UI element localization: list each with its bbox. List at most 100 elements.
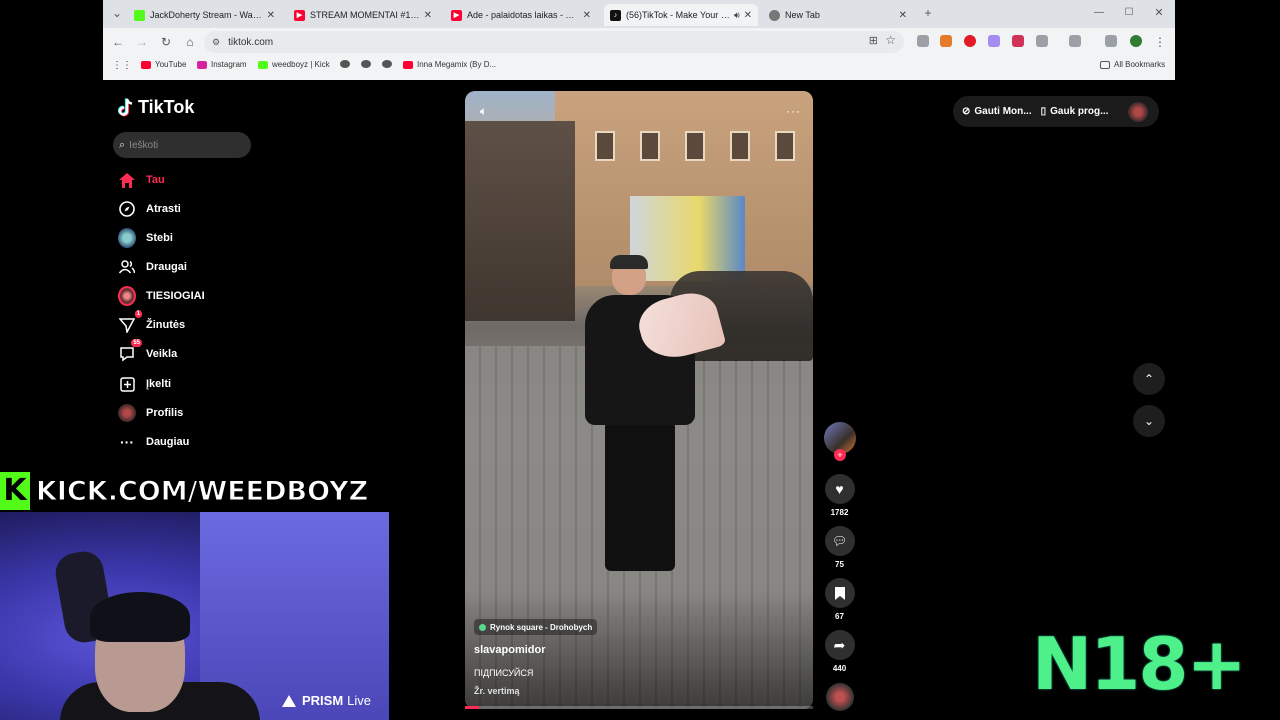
more-options-icon[interactable]: ···: [786, 104, 801, 118]
sidebar-item-daugiau[interactable]: ··· Daugiau: [118, 431, 189, 453]
age-rating-badge: N18+: [1032, 622, 1247, 706]
user-avatar[interactable]: [1128, 102, 1148, 122]
bookmark-star-icon[interactable]: ☆: [885, 33, 896, 47]
chrome-favicon-icon: [769, 9, 780, 21]
get-coins-button[interactable]: ⊘ Gauti Mon...: [962, 106, 1032, 117]
share-button[interactable]: ➦ 440: [823, 630, 856, 673]
sidebar-toggle-icon[interactable]: [1069, 35, 1081, 47]
sidebar-item-label: Atrasti: [146, 203, 181, 215]
globe-icon: [382, 60, 392, 68]
media-controls-icon[interactable]: [1105, 35, 1117, 47]
music-disc-avatar[interactable]: [826, 683, 854, 711]
video-scene-man-cap: [610, 255, 648, 269]
coin-icon: ⊘: [962, 106, 971, 117]
metamask-icon[interactable]: [940, 35, 952, 47]
next-video-button[interactable]: ⌄: [1133, 405, 1165, 437]
comment-button[interactable]: 💬︎ 75: [823, 526, 856, 569]
bookmark-inna[interactable]: Inna Megamix (By D...: [403, 60, 496, 69]
see-translation-link[interactable]: Žr. vertimą: [474, 686, 520, 696]
sidebar-item-zinutes[interactable]: 1 Žinutės: [118, 310, 185, 336]
video-player[interactable]: [465, 91, 813, 709]
sidebar-item-tau[interactable]: Tau: [118, 169, 165, 191]
save-count: 67: [835, 612, 844, 621]
like-button[interactable]: ♥ 1782: [823, 474, 856, 517]
like-count: 1782: [830, 508, 849, 517]
close-tab-icon[interactable]: ✕: [583, 10, 591, 21]
sidebar-item-tiesiogiai[interactable]: TIESIOGIAI: [118, 285, 205, 307]
close-tab-icon[interactable]: ✕: [744, 10, 752, 21]
video-progress-bar[interactable]: [465, 706, 813, 709]
extension-icon[interactable]: [988, 35, 1000, 47]
video-scene-window: [730, 131, 750, 161]
close-tab-icon[interactable]: ✕: [267, 10, 275, 21]
install-app-icon[interactable]: ⊞: [869, 34, 878, 47]
prism-live-watermark: PRISM Live: [282, 693, 371, 708]
bookmark-instagram[interactable]: Instagram: [197, 60, 247, 69]
maximize-icon[interactable]: ☐: [1121, 5, 1137, 21]
share-count: 440: [832, 664, 847, 673]
home-icon: [118, 171, 136, 189]
shield-extension-icon[interactable]: [1012, 35, 1024, 47]
reload-icon[interactable]: ↻: [158, 34, 174, 50]
site-info-icon[interactable]: ⚙: [212, 37, 220, 48]
sidebar-item-stebi[interactable]: Stebi: [118, 227, 173, 249]
bookmark-kick[interactable]: weedboyz | Kick: [258, 60, 330, 69]
location-tag[interactable]: Rynok square - Drohobych: [474, 619, 598, 635]
sidebar-item-ikelti[interactable]: Įkelti: [118, 373, 171, 395]
all-bookmarks[interactable]: All Bookmarks: [1100, 60, 1165, 69]
previous-video-button[interactable]: ⌃: [1133, 363, 1165, 395]
video-caption: ПІДПИСУЙСЯ: [474, 668, 534, 678]
folder-icon: [1100, 60, 1110, 69]
bookmark-youtube[interactable]: YouTube: [141, 60, 186, 69]
bookmark-globe-1[interactable]: [340, 60, 354, 68]
sidebar-item-label: Veikla: [146, 348, 178, 360]
new-tab-icon[interactable]: +: [920, 5, 936, 21]
bookmark-globe-3[interactable]: [382, 60, 396, 68]
youtube-icon: [403, 60, 413, 69]
follow-plus-icon[interactable]: +: [834, 449, 846, 461]
search-input[interactable]: ⌕ Ieškoti: [113, 132, 251, 158]
video-progress-fill: [465, 706, 479, 709]
compass-icon: [118, 200, 136, 218]
tab-title: JackDoherty Stream - Watch Li: [150, 10, 263, 20]
sidebar-item-label: Daugiau: [146, 436, 190, 448]
sidebar-item-profilis[interactable]: Profilis: [118, 402, 183, 424]
bookmark-label: Instagram: [211, 60, 247, 69]
kebab-menu-icon[interactable]: ⋮: [1152, 34, 1168, 50]
sidebar-item-veikla[interactable]: 55 Veikla: [118, 339, 178, 365]
close-tab-icon[interactable]: ✕: [899, 10, 907, 21]
minimize-icon[interactable]: —: [1091, 5, 1107, 21]
window-close-icon[interactable]: ✕: [1151, 5, 1167, 21]
sidebar-item-atrasti[interactable]: Atrasti: [118, 198, 181, 220]
youtube-favicon-icon: ▶: [294, 9, 305, 21]
tab-jackdoherty[interactable]: JackDoherty Stream - Watch Li ✕: [128, 4, 281, 26]
volume-icon[interactable]: 🔈︎: [480, 104, 487, 119]
apps-grid-icon[interactable]: ⋮⋮: [112, 60, 132, 71]
tab-tiktok[interactable]: ♪ (56)TikTok - Make Your Day 🔊︎ ✕: [604, 4, 758, 26]
tab-new-tab[interactable]: New Tab ✕: [763, 4, 913, 26]
extension-icon[interactable]: [917, 35, 929, 47]
profile-icon[interactable]: [1130, 35, 1142, 47]
sidebar-item-draugai[interactable]: Draugai: [118, 256, 187, 278]
bookmark-globe-2[interactable]: [361, 60, 375, 68]
close-tab-icon[interactable]: ✕: [424, 10, 432, 21]
get-app-button[interactable]: ▯ Gauk prog...: [1041, 106, 1109, 117]
save-button[interactable]: 67: [823, 578, 856, 621]
tab-search-icon[interactable]: ⌄: [109, 5, 125, 21]
video-scene-window: [685, 131, 705, 161]
video-author[interactable]: slavapomidor: [474, 644, 546, 656]
address-bar[interactable]: ⚙ tiktok.com ⊞ ☆: [204, 31, 904, 53]
share-icon: ➦: [824, 630, 855, 660]
tiktok-logo[interactable]: TikTok: [118, 97, 194, 118]
opera-icon[interactable]: [964, 35, 976, 47]
tab-ade[interactable]: ▶ Ade - palaidotas laikas - YouTu ✕: [445, 4, 597, 26]
youtube-icon: [141, 60, 151, 69]
tab-stream-momentai[interactable]: ▶ STREAM MOMENTAI #12 | VAS ✕: [288, 4, 438, 26]
back-icon[interactable]: ←: [110, 34, 126, 50]
bookmark-label: YouTube: [155, 60, 187, 69]
home-icon[interactable]: ⌂: [182, 34, 198, 50]
speaker-icon[interactable]: 🔊︎: [734, 10, 740, 21]
forward-icon[interactable]: →: [134, 34, 150, 50]
bookmark-icon: [824, 578, 855, 608]
puzzle-icon[interactable]: [1036, 35, 1048, 47]
